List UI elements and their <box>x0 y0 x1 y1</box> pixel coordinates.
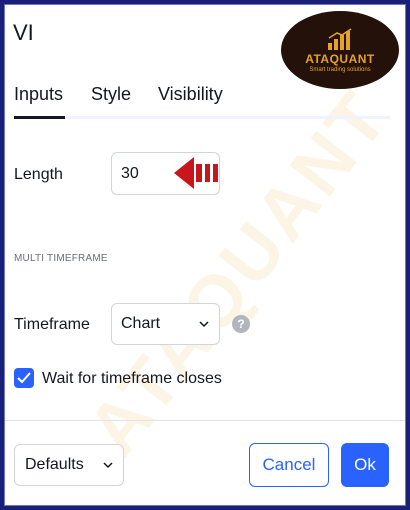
ataquant-logo: ATAQUANT Smart trading solutions <box>281 11 399 89</box>
logo-tagline: Smart trading solutions <box>309 66 371 73</box>
tab-inputs[interactable]: Inputs <box>14 84 63 105</box>
timeframe-label: Timeframe <box>14 316 90 333</box>
logo-brand: ATAQUANT <box>305 51 375 66</box>
dialog-title: VI <box>13 20 34 45</box>
red-arrow-icon <box>174 157 218 189</box>
bar-chart-icon <box>328 27 352 50</box>
chevron-down-icon <box>103 462 113 469</box>
defaults-label: Defaults <box>25 456 84 473</box>
timeframe-select[interactable]: Chart <box>111 303 220 345</box>
length-label: Length <box>14 166 63 183</box>
timeframe-value: Chart <box>121 315 161 332</box>
tab-bar: Inputs Style Visibility <box>14 84 390 120</box>
help-icon[interactable]: ? <box>232 315 250 333</box>
active-tab-indicator <box>14 116 65 119</box>
wait-checkbox[interactable] <box>14 368 34 388</box>
chevron-down-icon <box>199 321 209 328</box>
checkmark-icon <box>17 372 31 384</box>
tab-divider <box>14 116 390 119</box>
section-multi-timeframe: MULTI TIMEFRAME <box>14 253 108 264</box>
footer-divider <box>5 420 405 421</box>
cancel-button[interactable]: Cancel <box>249 443 329 487</box>
tab-style[interactable]: Style <box>91 84 131 105</box>
defaults-dropdown[interactable]: Defaults <box>14 444 124 486</box>
ok-button[interactable]: Ok <box>341 443 389 487</box>
wait-checkbox-label[interactable]: Wait for timeframe closes <box>42 370 222 388</box>
tab-visibility[interactable]: Visibility <box>158 84 223 105</box>
